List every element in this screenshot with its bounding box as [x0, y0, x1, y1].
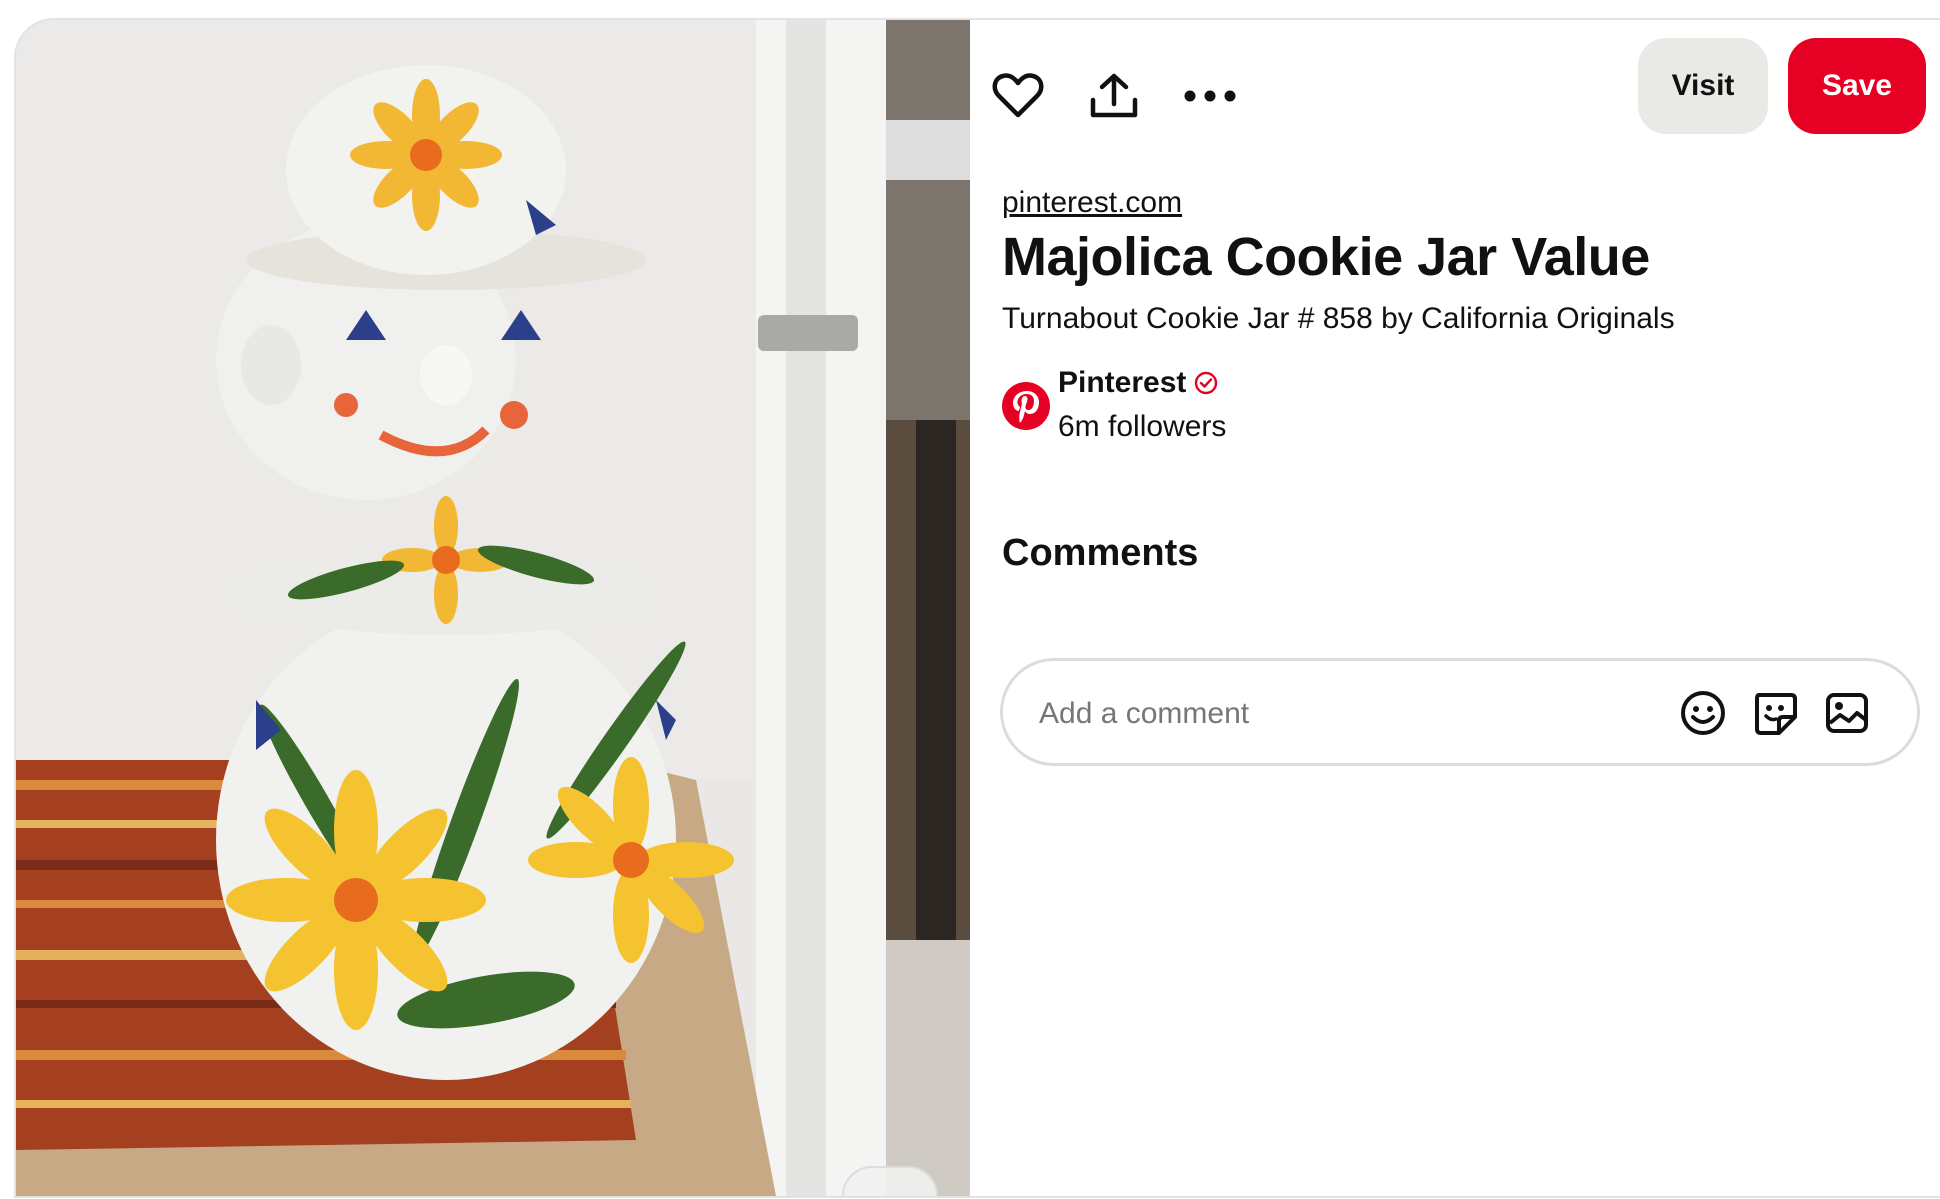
followers-count: 6m followers — [1058, 410, 1227, 443]
creator-info[interactable]: Pinterest 6m followers — [1002, 362, 1502, 462]
pin-page: Visit Save pinterest.com Majolica Cookie… — [0, 0, 1940, 1199]
comment-input[interactable] — [1037, 687, 1641, 741]
pin-card: Visit Save pinterest.com Majolica Cookie… — [14, 18, 1940, 1198]
heart-icon[interactable] — [986, 64, 1050, 128]
emoji-icon[interactable] — [1677, 687, 1729, 739]
share-upload-icon[interactable] — [1082, 64, 1146, 128]
pin-image[interactable] — [16, 20, 970, 1196]
pin-title: Majolica Cookie Jar Value — [1002, 227, 1650, 287]
save-button[interactable]: Save — [1788, 38, 1926, 134]
ellipsis-icon[interactable] — [1178, 64, 1242, 128]
comment-box — [1000, 658, 1920, 766]
verified-check-icon — [1195, 371, 1218, 395]
comments-heading: Comments — [1002, 532, 1199, 574]
creator-name[interactable]: Pinterest — [1058, 366, 1186, 400]
sticker-icon[interactable] — [1749, 687, 1801, 739]
pin-description: Turnabout Cookie Jar # 858 by California… — [1002, 302, 1675, 335]
pinterest-logo-icon[interactable] — [1002, 382, 1050, 430]
pin-details: Visit Save pinterest.com Majolica Cookie… — [970, 20, 1940, 1196]
visit-button[interactable]: Visit — [1638, 38, 1768, 134]
image-icon[interactable] — [1821, 687, 1873, 739]
image-overlay-button[interactable] — [842, 1166, 938, 1196]
source-link[interactable]: pinterest.com — [1002, 186, 1182, 220]
pin-toolbar: Visit Save — [970, 20, 1940, 150]
clown-cookie-jar-photo — [16, 20, 970, 1196]
